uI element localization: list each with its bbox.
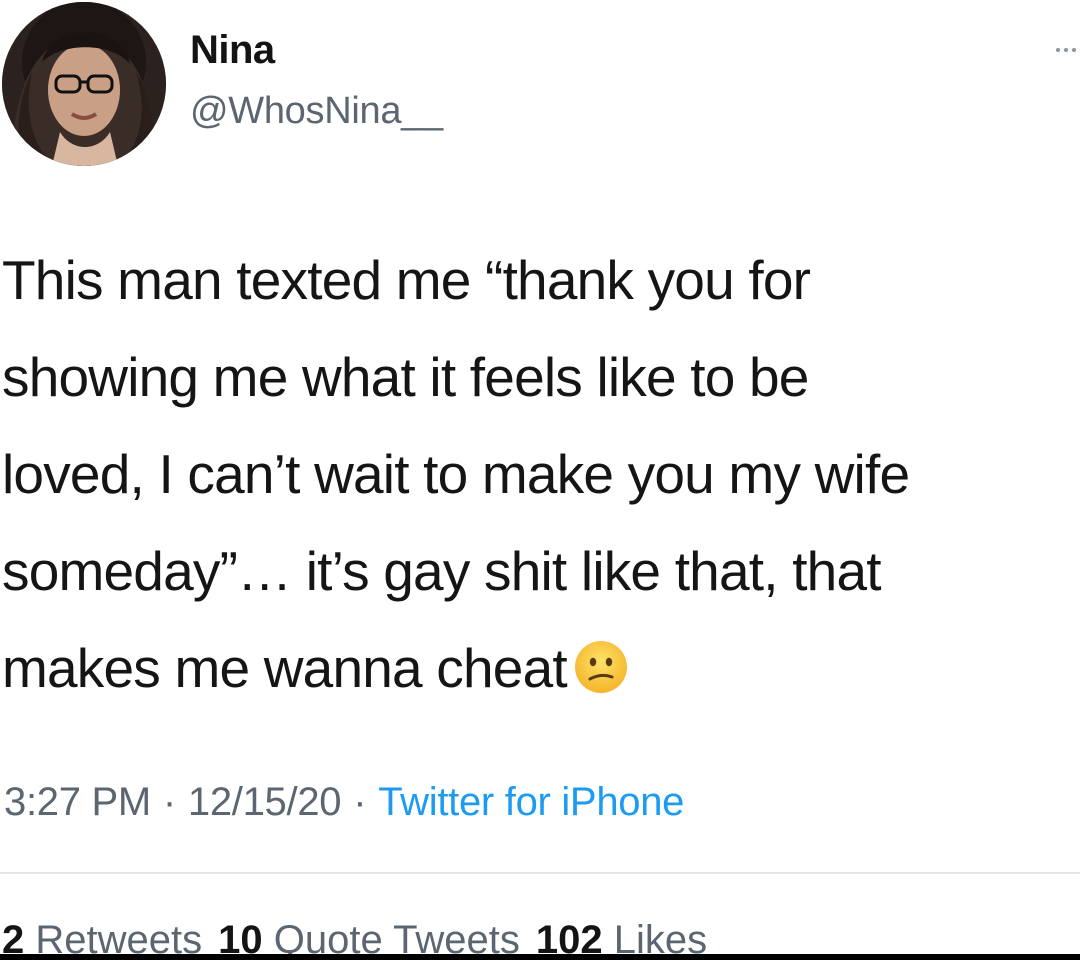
likes-stat[interactable]: 102 Likes <box>536 918 707 954</box>
bottom-edge <box>0 954 1080 960</box>
likes-label: Likes <box>613 918 708 954</box>
tweet-date[interactable]: 12/15/20 <box>188 780 342 824</box>
tweet-text: This man texted me “thank you for showin… <box>2 232 1080 717</box>
retweets-stat[interactable]: 2 Retweets <box>2 918 202 954</box>
tweet-meta: 3:27 PM · 12/15/20 · Twitter for iPhone <box>4 780 684 825</box>
tweet-text-line-last: makes me wanna cheat <box>2 620 1080 717</box>
avatar[interactable] <box>2 2 166 166</box>
tweet-time[interactable]: 3:27 PM <box>4 780 151 824</box>
quote-tweets-stat[interactable]: 10 Quote Tweets <box>218 918 520 954</box>
tweet-text-line: This man texted me “thank you for <box>2 249 811 311</box>
tweet-text-line: loved, I can’t wait to make you my wife <box>2 443 910 505</box>
quote-tweets-count: 10 <box>218 918 263 954</box>
confused-face-emoji-icon <box>573 628 629 693</box>
tweet-source-link[interactable]: Twitter for iPhone <box>378 780 684 824</box>
engagement-stats: 2 Retweets 10 Quote Tweets 102 Likes <box>2 912 723 954</box>
more-options-icon[interactable] <box>1054 40 1076 60</box>
avatar-photo <box>2 2 166 166</box>
meta-separator: · <box>353 780 367 824</box>
author-handle[interactable]: @WhosNina__ <box>190 90 443 133</box>
quote-tweets-label: Quote Tweets <box>273 918 520 954</box>
tweet-card: Nina @WhosNina__ This man texted me “tha… <box>0 0 1080 960</box>
tweet-text-line: someday”… it’s gay shit like that, that <box>2 540 882 602</box>
divider <box>0 872 1080 874</box>
likes-count: 102 <box>535 918 603 954</box>
meta-separator: · <box>162 780 176 824</box>
retweets-label: Retweets <box>35 918 203 954</box>
tweet-text-line: makes me wanna cheat <box>2 637 568 699</box>
retweets-count: 2 <box>2 918 25 954</box>
author-display-name[interactable]: Nina <box>190 28 275 73</box>
tweet-text-line: showing me what it feels like to be <box>2 346 809 408</box>
